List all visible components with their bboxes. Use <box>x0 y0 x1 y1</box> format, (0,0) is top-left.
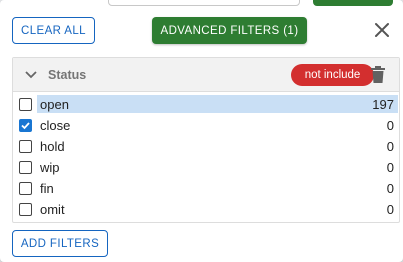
clear-all-button[interactable]: CLEAR ALL <box>12 17 95 44</box>
option-count: 0 <box>386 160 394 175</box>
status-option-omit[interactable]: omit 0 <box>13 199 399 220</box>
trash-icon[interactable] <box>370 66 386 84</box>
status-option-fin[interactable]: fin 0 <box>13 178 399 199</box>
option-checkbox[interactable] <box>19 182 32 195</box>
status-option-open[interactable]: open 197 <box>13 94 399 115</box>
status-option-wip[interactable]: wip 0 <box>13 157 399 178</box>
option-label: omit <box>40 202 65 217</box>
option-checkbox[interactable] <box>19 203 32 216</box>
not-include-badge[interactable]: not include <box>291 64 374 86</box>
row-highlight <box>37 95 398 113</box>
option-label: close <box>40 118 71 133</box>
filter-popover: CLEAR ALL ADVANCED FILTERS (1) Status no… <box>0 0 403 262</box>
status-option-close[interactable]: close 0 <box>13 115 399 136</box>
close-icon[interactable] <box>372 20 392 40</box>
option-label: open <box>40 97 69 112</box>
option-label: wip <box>40 160 60 175</box>
option-label: fin <box>40 181 54 196</box>
option-count: 0 <box>386 118 394 133</box>
add-filters-button[interactable]: ADD FILTERS <box>12 230 108 257</box>
status-option-hold[interactable]: hold 0 <box>13 136 399 157</box>
option-checkbox[interactable] <box>19 140 32 153</box>
section-title: Status <box>48 68 87 82</box>
status-section-header[interactable]: Status not include <box>13 58 399 92</box>
advanced-filters-button[interactable]: ADVANCED FILTERS (1) <box>152 17 307 44</box>
option-count: 0 <box>386 139 394 154</box>
option-checkbox[interactable] <box>19 98 32 111</box>
option-count: 0 <box>386 202 394 217</box>
option-checkbox[interactable] <box>19 119 32 132</box>
chevron-down-icon[interactable] <box>24 69 38 81</box>
check-icon <box>21 122 30 130</box>
background-action-button <box>313 0 393 6</box>
option-checkbox[interactable] <box>19 161 32 174</box>
background-search-input <box>108 0 300 6</box>
option-label: hold <box>40 139 65 154</box>
option-count: 197 <box>372 97 394 112</box>
option-count: 0 <box>386 181 394 196</box>
status-filter-section: Status not include open 197 close 0 hold… <box>12 57 400 223</box>
